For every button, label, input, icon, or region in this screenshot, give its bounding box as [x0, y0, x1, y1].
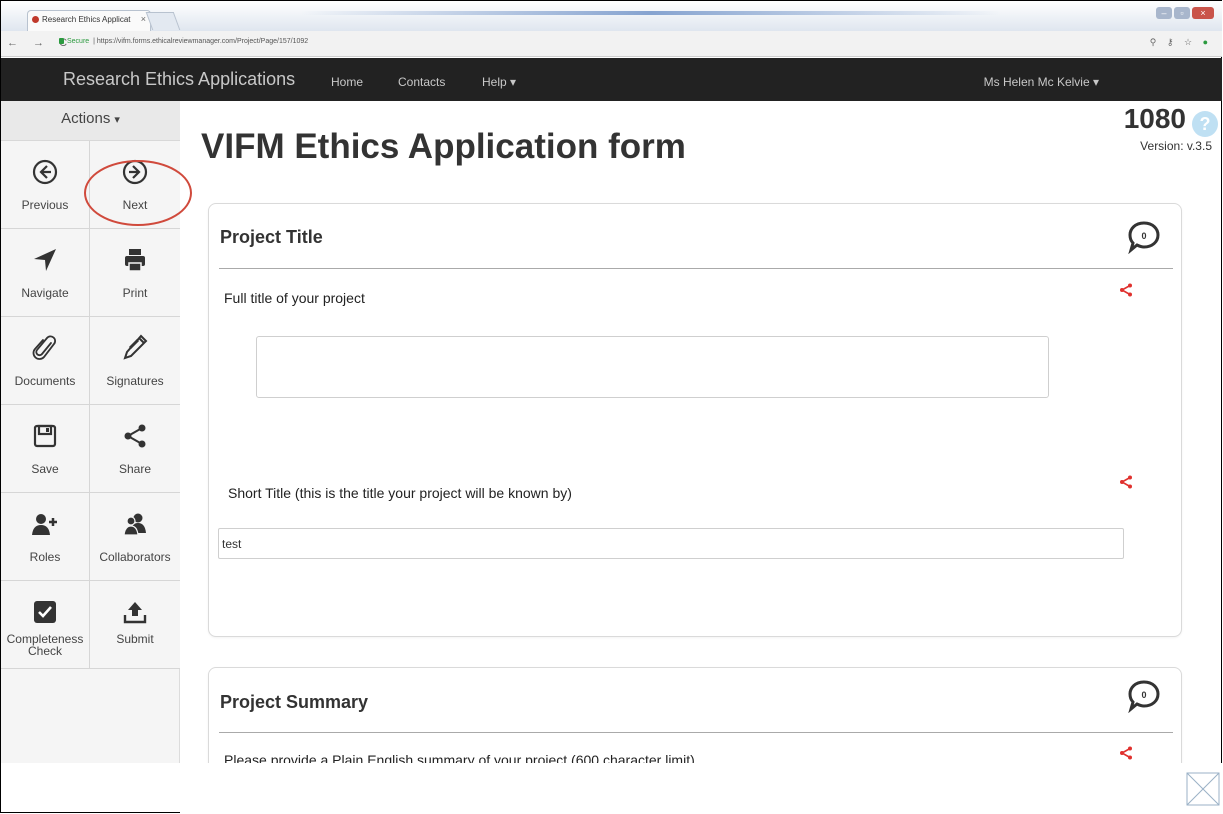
share-red-icon[interactable] [1119, 746, 1133, 760]
section-title: Project Title [220, 227, 323, 247]
previous-label: Previous [21, 198, 69, 212]
save-label: Save [31, 462, 59, 476]
nav-home[interactable]: Home [331, 75, 363, 89]
chevron-down-icon: ▾ [114, 114, 120, 126]
tab-title: Research Ethics Applicat [42, 15, 131, 24]
project-title-panel: Project Title 0 Full title of your proje… [208, 203, 1182, 637]
completeness-check-button[interactable]: Completeness Check [1, 581, 90, 669]
actions-label: Actions [61, 110, 111, 127]
secure-label: Secure [67, 38, 90, 45]
section-divider [219, 732, 1173, 733]
browser-tab[interactable]: Research Ethics Applicat × [27, 10, 151, 32]
section-title: Project Summary [220, 692, 369, 712]
roles-button[interactable]: Roles [1, 493, 90, 581]
comment-count: 0 [1141, 231, 1146, 241]
signatures-button[interactable]: Signatures [90, 317, 180, 405]
navigate-button[interactable]: Navigate [1, 229, 90, 317]
submit-label: Submit [116, 632, 154, 646]
screenshot-crop-area [180, 763, 1222, 813]
user-plus-icon [1, 509, 89, 539]
browser-titlebar: Research Ethics Applicat × – ▫ × [1, 1, 1222, 32]
floppy-disk-icon [1, 421, 89, 451]
print-button[interactable]: Print [90, 229, 180, 317]
check-square-icon [1, 597, 89, 627]
application-number: 1080 [1123, 103, 1186, 134]
arrow-left-circle-icon [1, 157, 89, 187]
favicon-icon [32, 16, 39, 23]
full-title-field[interactable] [256, 336, 1049, 398]
nav-help-dropdown[interactable]: Help ▾ [482, 75, 516, 89]
short-title-field[interactable]: test [218, 528, 1124, 559]
collaborators-label: Collaborators [99, 550, 171, 564]
share-icon [90, 421, 180, 451]
window-controls: – ▫ × [1156, 7, 1214, 19]
version-label: Version: v.3.5 [1140, 139, 1212, 153]
page-title: VIFM Ethics Application form [201, 127, 686, 166]
help-icon[interactable]: ? [1192, 111, 1218, 137]
app-navbar: Research Ethics Applications Home Contac… [1, 58, 1222, 101]
share-red-icon[interactable] [1119, 283, 1133, 297]
comment-bubble-icon[interactable]: 0 [1127, 220, 1161, 254]
comment-count: 0 [1141, 690, 1146, 700]
paperclip-icon [1, 333, 89, 363]
pencil-icon [90, 333, 180, 363]
users-icon [90, 509, 180, 539]
save-button[interactable]: Save [1, 405, 90, 493]
window-close-button[interactable]: × [1192, 7, 1214, 19]
page-corner-icon [1186, 772, 1220, 806]
location-arrow-icon [1, 245, 89, 275]
actions-dropdown[interactable]: Actions ▾ [1, 101, 180, 141]
comment-bubble-icon[interactable]: 0 [1127, 679, 1161, 713]
completeness-check-label: Completeness Check [6, 632, 84, 658]
address-bar-icons[interactable]: ⚲ ⚷ ☆ ● [1150, 37, 1212, 48]
share-button[interactable]: Share [90, 405, 180, 493]
url-field[interactable]: Secure | https://vifm.forms.ethicalrevie… [59, 38, 308, 45]
upload-icon [90, 597, 180, 627]
url-text: https://vifm.forms.ethicalreviewmanager.… [96, 38, 309, 45]
question-label: Short Title (this is the title your proj… [228, 485, 572, 501]
collaborators-button[interactable]: Collaborators [90, 493, 180, 581]
address-bar: ← → C Secure | https://vifm.forms.ethica… [1, 31, 1222, 57]
roles-label: Roles [29, 550, 61, 564]
share-red-icon[interactable] [1119, 475, 1133, 489]
brand-link[interactable]: Research Ethics Applications [63, 69, 295, 90]
section-divider [219, 268, 1173, 269]
navigate-label: Navigate [21, 286, 69, 300]
new-tab-button[interactable] [145, 12, 181, 30]
share-label: Share [118, 462, 152, 476]
printer-icon [90, 245, 180, 275]
zoom-key-star-icons[interactable]: ⚲ ⚷ ☆ [1150, 37, 1196, 47]
lock-icon [59, 38, 64, 44]
tab-close-icon[interactable]: × [141, 14, 146, 24]
question-label: Full title of your project [224, 290, 365, 306]
submit-button[interactable]: Submit [90, 581, 180, 669]
next-highlight-annotation [84, 160, 192, 226]
restore-button[interactable]: ▫ [1174, 7, 1190, 19]
signatures-label: Signatures [106, 374, 164, 388]
documents-button[interactable]: Documents [1, 317, 90, 405]
documents-label: Documents [14, 374, 76, 388]
nav-contacts[interactable]: Contacts [398, 75, 445, 89]
user-menu[interactable]: Ms Helen Mc Kelvie ▾ [984, 75, 1099, 89]
previous-button[interactable]: Previous [1, 141, 90, 229]
minimize-button[interactable]: – [1156, 7, 1172, 19]
titlebar-decoration [301, 11, 1001, 15]
extension-icon[interactable]: ● [1203, 37, 1212, 47]
print-label: Print [122, 286, 148, 300]
